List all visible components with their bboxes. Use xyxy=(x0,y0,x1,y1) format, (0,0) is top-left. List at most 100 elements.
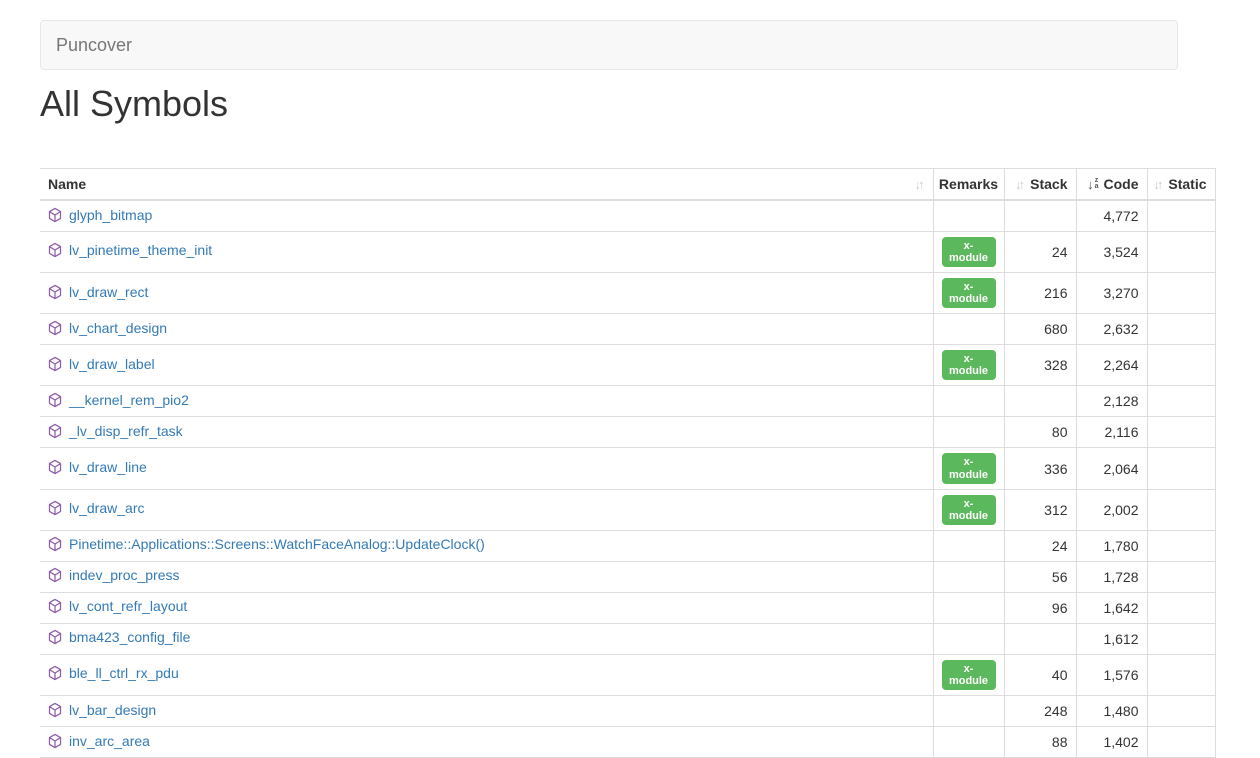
symbol-link[interactable]: inv_arc_area xyxy=(69,733,150,749)
static-cell xyxy=(1147,727,1215,758)
code-cell: 2,064 xyxy=(1076,448,1147,489)
page: Puncover All Symbols Name ↓↑ Remarks xyxy=(40,0,1215,758)
symbol-row: lv_chart_design 680 2,632 xyxy=(40,314,1215,345)
remarks-cell xyxy=(933,727,1004,758)
code-cell: 1,612 xyxy=(1076,623,1147,654)
code-cell: 2,128 xyxy=(1076,386,1147,417)
name-cell: indev_proc_press xyxy=(40,561,933,592)
name-cell: lv_draw_label xyxy=(40,345,933,386)
cube-icon xyxy=(48,629,62,648)
symbol-link[interactable]: indev_proc_press xyxy=(69,567,180,583)
column-label-static: Static xyxy=(1168,176,1206,192)
remarks-cell xyxy=(933,592,1004,623)
symbol-row: bma423_config_file 1,612 xyxy=(40,623,1215,654)
navbar: Puncover xyxy=(40,20,1178,70)
symbol-row: lv_draw_line x-module 336 2,064 xyxy=(40,448,1215,489)
remarks-cell xyxy=(933,696,1004,727)
symbol-link[interactable]: lv_chart_design xyxy=(69,320,167,336)
remarks-cell xyxy=(933,314,1004,345)
code-cell: 2,116 xyxy=(1076,417,1147,448)
stack-cell xyxy=(1004,386,1076,417)
symbol-link[interactable]: lv_draw_rect xyxy=(69,284,148,300)
name-cell: lv_bar_design xyxy=(40,696,933,727)
cube-icon xyxy=(48,459,62,478)
symbol-link[interactable]: glyph_bitmap xyxy=(69,207,152,223)
code-cell: 1,728 xyxy=(1076,561,1147,592)
column-header-static[interactable]: ↓↑ Static xyxy=(1147,169,1215,201)
remarks-cell: x-module xyxy=(933,345,1004,386)
remarks-cell: x-module xyxy=(933,231,1004,272)
symbol-link[interactable]: _lv_disp_refr_task xyxy=(69,423,183,439)
symbol-row: __kernel_rem_pio2 2,128 xyxy=(40,386,1215,417)
page-title: All Symbols xyxy=(40,83,1215,124)
x-module-badge: x-module xyxy=(942,350,996,380)
symbol-link[interactable]: __kernel_rem_pio2 xyxy=(69,392,189,408)
stack-cell: 216 xyxy=(1004,273,1076,314)
symbol-link[interactable]: lv_pinetime_theme_init xyxy=(69,242,212,258)
remarks-cell xyxy=(933,386,1004,417)
symbol-link[interactable]: ble_ll_ctrl_rx_pdu xyxy=(69,665,179,681)
remarks-cell xyxy=(933,561,1004,592)
cube-icon xyxy=(48,284,62,303)
stack-cell xyxy=(1004,200,1076,231)
code-cell: 1,780 xyxy=(1076,530,1147,561)
static-cell xyxy=(1147,200,1215,231)
name-cell: bma423_config_file xyxy=(40,623,933,654)
symbol-link[interactable]: bma423_config_file xyxy=(69,629,190,645)
code-cell: 2,632 xyxy=(1076,314,1147,345)
static-cell xyxy=(1147,417,1215,448)
symbols-table: Name ↓↑ Remarks ↓↑ Stack xyxy=(40,168,1216,758)
symbol-link[interactable]: lv_bar_design xyxy=(69,702,156,718)
name-cell: glyph_bitmap xyxy=(40,200,933,231)
stack-cell: 24 xyxy=(1004,231,1076,272)
x-module-badge: x-module xyxy=(942,495,996,525)
stack-cell: 24 xyxy=(1004,530,1076,561)
column-label-remarks: Remarks xyxy=(939,176,998,192)
column-header-code[interactable]: ↓ z a Code xyxy=(1076,169,1147,201)
static-cell xyxy=(1147,592,1215,623)
column-header-stack[interactable]: ↓↑ Stack xyxy=(1004,169,1076,201)
static-cell xyxy=(1147,696,1215,727)
code-cell: 1,576 xyxy=(1076,654,1147,695)
cube-icon xyxy=(48,392,62,411)
stack-cell xyxy=(1004,623,1076,654)
symbol-link[interactable]: lv_draw_label xyxy=(69,356,155,372)
cube-icon xyxy=(48,702,62,721)
symbol-row: Pinetime::Applications::Screens::WatchFa… xyxy=(40,530,1215,561)
code-cell: 3,270 xyxy=(1076,273,1147,314)
stack-cell: 248 xyxy=(1004,696,1076,727)
stack-cell: 80 xyxy=(1004,417,1076,448)
name-cell: _lv_disp_refr_task xyxy=(40,417,933,448)
symbol-row: lv_cont_refr_layout 96 1,642 xyxy=(40,592,1215,623)
static-cell xyxy=(1147,448,1215,489)
cube-icon xyxy=(48,242,62,261)
cube-icon xyxy=(48,567,62,586)
x-module-badge: x-module xyxy=(942,453,996,483)
code-cell: 1,402 xyxy=(1076,727,1147,758)
symbol-link[interactable]: lv_draw_line xyxy=(69,459,147,475)
static-cell xyxy=(1147,314,1215,345)
symbol-link[interactable]: lv_draw_arc xyxy=(69,500,144,516)
symbol-link[interactable]: lv_cont_refr_layout xyxy=(69,598,187,614)
symbol-row: lv_draw_label x-module 328 2,264 xyxy=(40,345,1215,386)
symbol-row: lv_draw_rect x-module 216 3,270 xyxy=(40,273,1215,314)
name-cell: lv_draw_arc xyxy=(40,489,933,530)
name-cell: ble_ll_ctrl_rx_pdu xyxy=(40,654,933,695)
name-cell: lv_draw_line xyxy=(40,448,933,489)
column-header-name[interactable]: Name ↓↑ xyxy=(40,169,933,201)
stack-cell: 56 xyxy=(1004,561,1076,592)
table-header-row: Name ↓↑ Remarks ↓↑ Stack xyxy=(40,169,1215,201)
navbar-brand[interactable]: Puncover xyxy=(41,20,147,70)
code-cell: 1,480 xyxy=(1076,696,1147,727)
symbol-link[interactable]: Pinetime::Applications::Screens::WatchFa… xyxy=(69,536,485,552)
stack-cell: 680 xyxy=(1004,314,1076,345)
cube-icon xyxy=(48,207,62,226)
remarks-cell: x-module xyxy=(933,489,1004,530)
cube-icon xyxy=(48,665,62,684)
sort-icon: ↓↑ xyxy=(915,177,925,192)
symbol-row: _lv_disp_refr_task 80 2,116 xyxy=(40,417,1215,448)
symbol-row: indev_proc_press 56 1,728 xyxy=(40,561,1215,592)
stack-cell: 40 xyxy=(1004,654,1076,695)
name-cell: lv_cont_refr_layout xyxy=(40,592,933,623)
name-cell: lv_pinetime_theme_init xyxy=(40,231,933,272)
